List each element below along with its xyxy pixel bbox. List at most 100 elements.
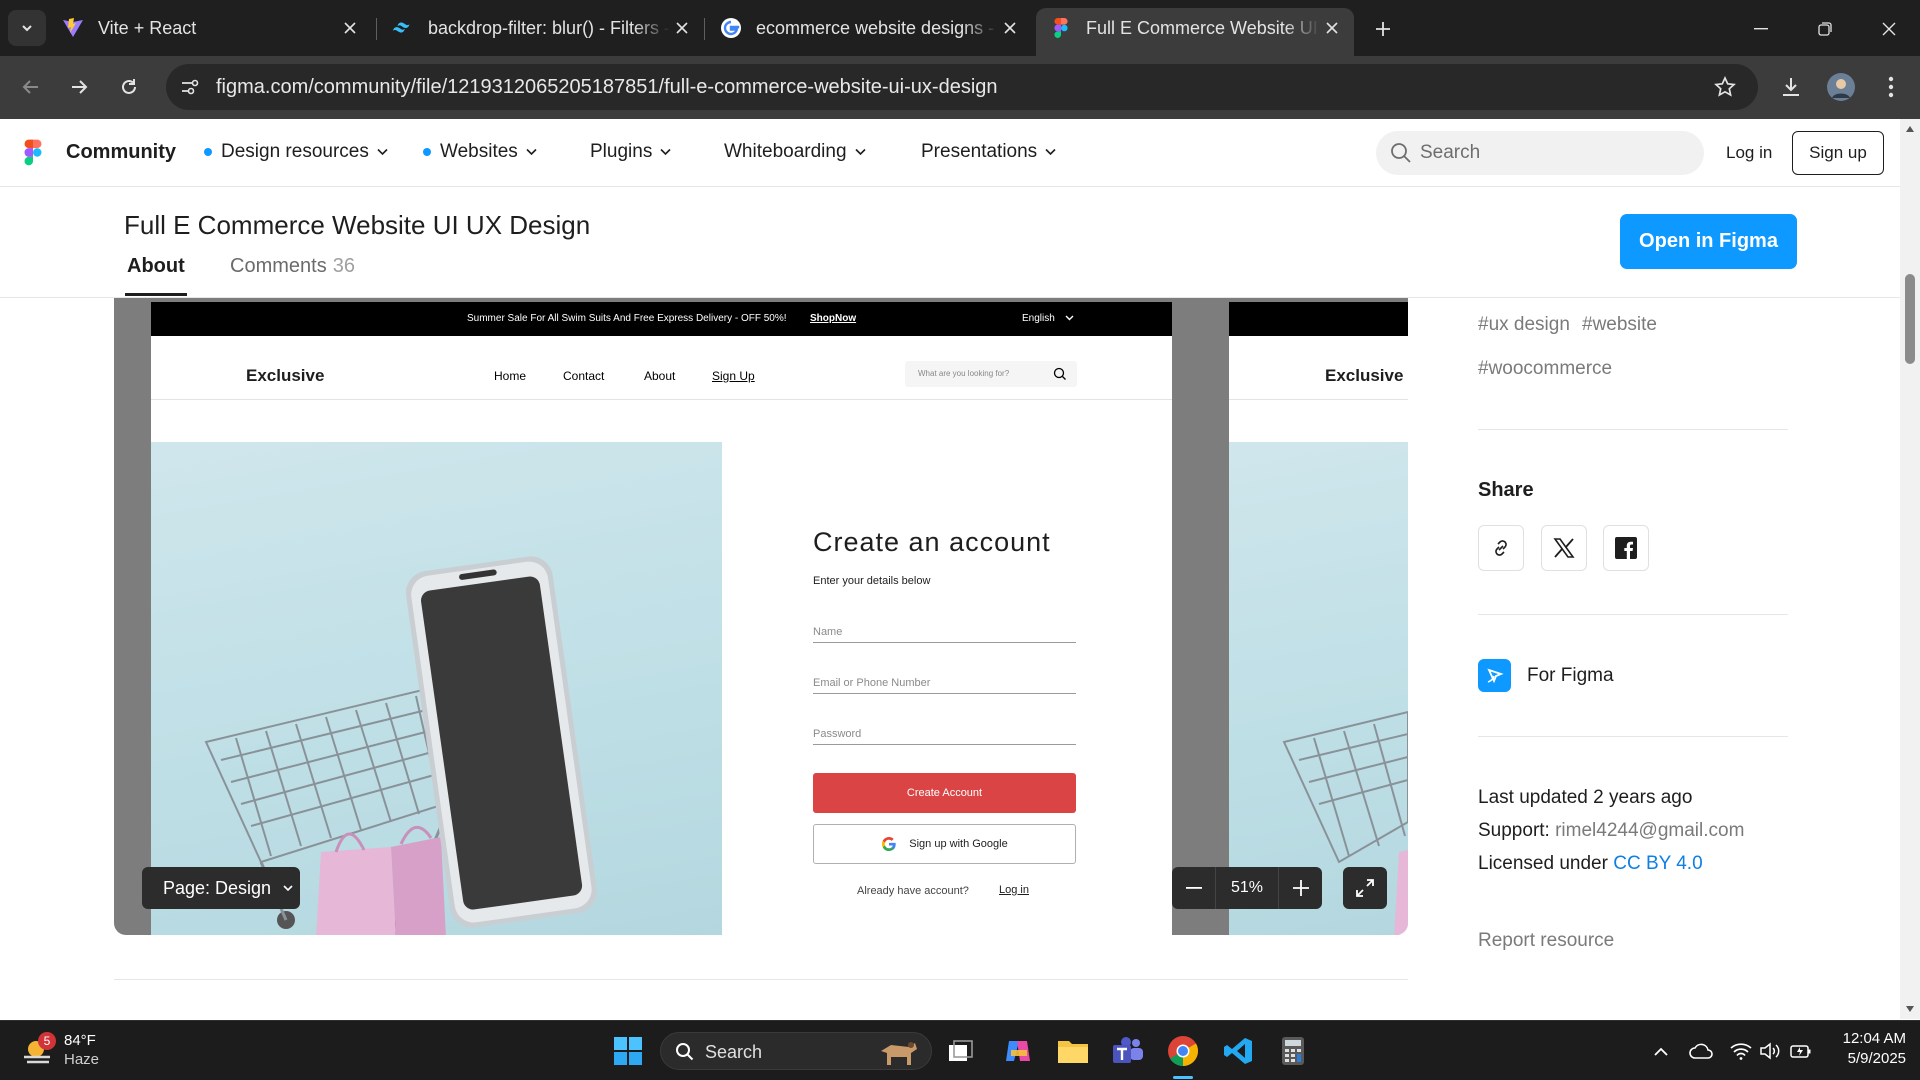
calculator-button[interactable]	[1274, 1032, 1312, 1070]
frame-divider	[1229, 399, 1408, 400]
battery-button[interactable]	[1782, 1032, 1820, 1070]
back-button[interactable]	[14, 70, 48, 104]
tab-comments[interactable]: Comments 36	[230, 255, 355, 278]
browser-tab-figma-active[interactable]: Full E Commerce Website UI UX	[1036, 8, 1354, 56]
show-hidden-icons-button[interactable]	[1642, 1032, 1680, 1070]
design-preview-canvas[interactable]: Summer Sale For All Swim Suits And Free …	[114, 297, 1408, 935]
close-icon[interactable]	[998, 16, 1022, 40]
weather-temp: 84°F	[64, 1032, 96, 1049]
scroll-up-arrow-icon[interactable]	[1905, 125, 1915, 133]
zoom-in-button[interactable]	[1278, 867, 1322, 909]
fullscreen-button[interactable]	[1343, 867, 1387, 909]
vscode-button[interactable]	[1219, 1032, 1257, 1070]
close-icon[interactable]	[670, 16, 694, 40]
address-bar[interactable]: figma.com/community/file/121931206520518…	[166, 64, 1758, 110]
window-restore-button[interactable]	[1810, 14, 1840, 44]
new-tab-button[interactable]	[1368, 14, 1398, 44]
arrow-right-icon	[72, 80, 88, 94]
close-icon	[1882, 22, 1896, 36]
close-icon[interactable]	[338, 16, 362, 40]
community-brand[interactable]: Community	[66, 141, 176, 164]
browser-menu-button[interactable]	[1874, 70, 1908, 104]
taskbar-search-label: Search	[705, 1042, 763, 1062]
nav-websites[interactable]: Websites	[423, 141, 537, 163]
system-clock[interactable]: 12:04 AM 5/9/2025	[1820, 1030, 1906, 1067]
plus-icon	[1376, 22, 1390, 36]
tag-woocommerce[interactable]: #woocommerce	[1478, 358, 1612, 380]
tab-about[interactable]: About	[127, 255, 185, 278]
nav-whiteboarding[interactable]: Whiteboarding	[724, 141, 866, 163]
report-resource-link[interactable]: Report resource	[1478, 930, 1614, 952]
reload-button[interactable]	[112, 70, 146, 104]
promo-text: Summer Sale For All Swim Suits And Free …	[467, 313, 787, 324]
nav-presentations[interactable]: Presentations	[921, 141, 1056, 163]
sidebar-divider	[1478, 429, 1788, 430]
last-updated-label: Last updated	[1478, 787, 1588, 808]
start-button[interactable]	[609, 1032, 647, 1070]
preview-frame-secondary: Exclusive	[1229, 302, 1408, 935]
chevron-down-icon	[1065, 315, 1074, 321]
browser-tab-google[interactable]: ecommerce website designs - G	[720, 8, 1022, 48]
browser-tab-vite[interactable]: Vite + React	[62, 8, 362, 48]
facebook-icon	[1615, 537, 1637, 559]
window-close-button[interactable]	[1874, 14, 1904, 44]
phone-cart-illustration	[204, 556, 597, 935]
figma-logo-icon[interactable]	[24, 139, 42, 166]
frame-nav-contact: Contact	[563, 369, 605, 383]
chrome-icon	[1168, 1036, 1199, 1066]
copilot-button[interactable]	[999, 1032, 1037, 1070]
support-email[interactable]: rimel4244@gmail.com	[1555, 820, 1744, 841]
page-selector-label: Page: Design	[163, 877, 272, 898]
signup-button[interactable]: Sign up	[1792, 131, 1884, 175]
profile-avatar[interactable]	[1824, 70, 1858, 104]
downloads-button[interactable]	[1774, 70, 1808, 104]
teams-button[interactable]	[1109, 1032, 1147, 1070]
bookmark-star-icon[interactable]	[1714, 76, 1736, 98]
tab-search-button[interactable]	[8, 10, 46, 46]
browser-tab-backdrop-filter[interactable]: backdrop-filter: blur() - Filters -	[392, 8, 694, 48]
tag-ux-design[interactable]: #ux design	[1478, 314, 1570, 336]
page-scrollbar[interactable]	[1900, 119, 1920, 1019]
license-link[interactable]: CC BY 4.0	[1613, 853, 1702, 874]
copilot-icon	[1006, 1041, 1030, 1061]
window-minimize-button[interactable]	[1746, 14, 1776, 44]
share-facebook-button[interactable]	[1603, 525, 1649, 571]
community-search-input[interactable]: Search	[1376, 131, 1704, 175]
taskbar-search[interactable]: Search	[660, 1032, 932, 1070]
link-icon	[1495, 540, 1507, 556]
nav-plugins[interactable]: Plugins	[590, 141, 671, 163]
clock-time: 12:04 AM	[1842, 1030, 1906, 1047]
forward-button[interactable]	[62, 70, 96, 104]
login-link[interactable]: Log in	[1726, 143, 1772, 163]
close-icon[interactable]	[1320, 16, 1344, 40]
field-name-underline	[813, 642, 1076, 643]
open-in-figma-button[interactable]: Open in Figma	[1620, 214, 1797, 269]
copy-link-button[interactable]	[1478, 525, 1524, 571]
scrollbar-thumb[interactable]	[1905, 274, 1915, 364]
community-header: Community Design resources Websites Plug…	[0, 119, 1900, 187]
chrome-button[interactable]	[1164, 1032, 1202, 1070]
browser-tab-strip: Vite + React backdrop-filter: blur() - F…	[0, 0, 1920, 56]
license-label: Licensed under	[1478, 853, 1608, 874]
file-explorer-button[interactable]	[1054, 1032, 1092, 1070]
share-x-button[interactable]	[1541, 525, 1587, 571]
cloud-icon	[1689, 1043, 1713, 1059]
site-settings-icon[interactable]	[180, 77, 200, 97]
scroll-down-arrow-icon[interactable]	[1905, 1005, 1915, 1013]
reload-icon	[122, 79, 136, 94]
share-title: Share	[1478, 479, 1534, 501]
chevron-down-icon	[854, 148, 866, 156]
tag-website[interactable]: #website	[1582, 314, 1657, 336]
weather-widget[interactable]: 5 84°F Haze	[20, 1029, 110, 1073]
sidebar-divider	[1478, 736, 1788, 737]
clock-date: 5/9/2025	[1847, 1050, 1906, 1067]
task-view-button[interactable]	[942, 1032, 980, 1070]
onedrive-button[interactable]	[1682, 1032, 1720, 1070]
google-icon	[720, 17, 742, 39]
nav-design-resources[interactable]: Design resources	[204, 141, 388, 163]
zoom-out-button[interactable]	[1172, 867, 1216, 909]
page-selector[interactable]: Page: Design	[142, 867, 300, 909]
new-dot	[423, 148, 431, 156]
last-updated-value: 2 years ago	[1593, 787, 1693, 808]
tab-title: Full E Commerce Website UI UX	[1086, 17, 1320, 38]
